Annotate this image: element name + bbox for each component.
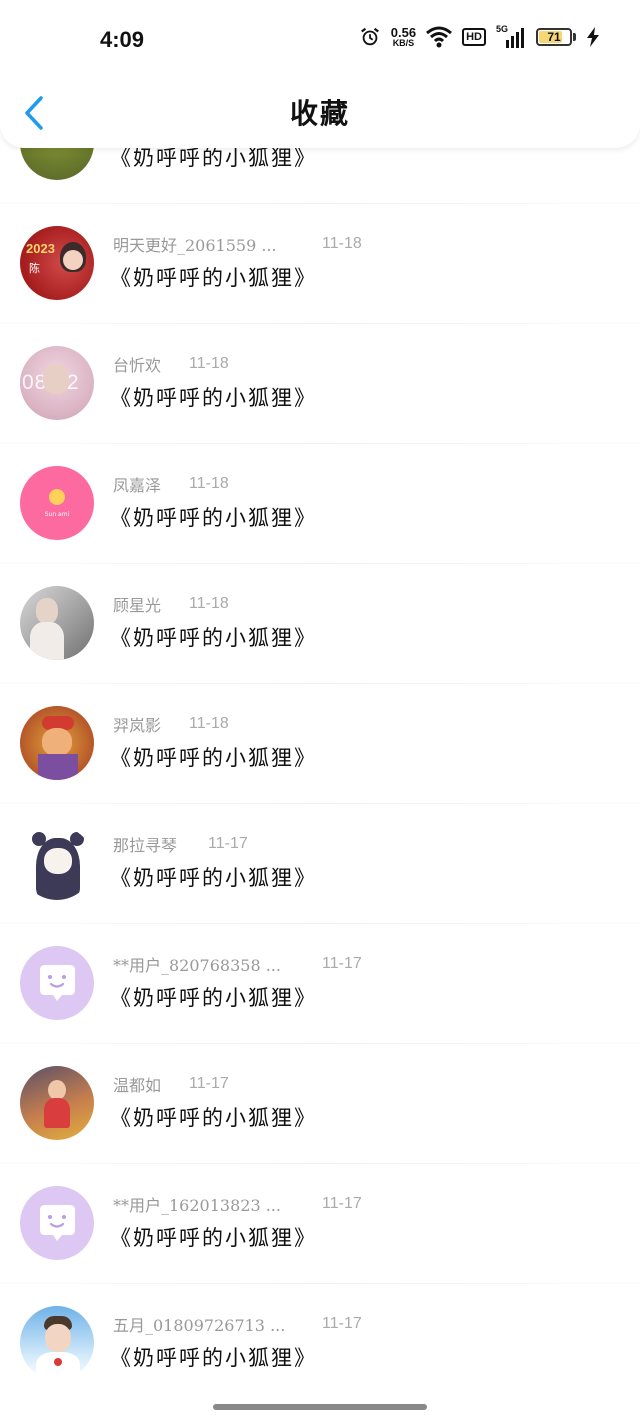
chat-bubble-icon	[40, 965, 75, 1001]
list-item[interactable]: 羿岚影 11-18 《奶呼呼的小狐狸》	[0, 684, 640, 804]
alarm-icon	[360, 27, 379, 46]
chat-bubble-icon	[40, 1205, 75, 1241]
avatar[interactable]: 2023 陈	[20, 226, 94, 300]
item-meta: 顾星光 11-18	[113, 592, 229, 616]
item-title: 《奶呼呼的小狐狸》	[110, 866, 317, 890]
user-name: 台忻欢	[113, 356, 162, 375]
avatar[interactable]	[20, 706, 94, 780]
user-name: 五月_01809726713 ...	[113, 1316, 286, 1335]
item-meta: 温都如 11-17	[113, 1072, 229, 1096]
item-title: 《奶呼呼的小狐狸》	[110, 1346, 317, 1370]
item-title: 《奶呼呼的小狐狸》	[110, 266, 317, 290]
status-icons: 0.56 KB/S HD 5G 71	[359, 24, 600, 48]
item-date: 11-17	[322, 1195, 362, 1212]
avatar-caption: 2023	[26, 241, 55, 256]
item-date: 11-17	[189, 1075, 229, 1092]
item-title: 《奶呼呼的小狐狸》	[110, 1106, 317, 1130]
item-title: 《奶呼呼的小狐狸》	[110, 386, 317, 410]
list-item[interactable]: Sun ami 凤嘉泽 11-18 《奶呼呼的小狐狸》	[0, 444, 640, 564]
charging-icon	[587, 27, 599, 47]
item-date: 11-18	[189, 595, 229, 612]
user-name: 明天更好_2061559 ...	[113, 236, 277, 255]
item-date: 11-18	[189, 475, 229, 492]
user-name: 温都如	[113, 1076, 162, 1095]
avatar-caption: Sun ami	[44, 511, 70, 518]
list-item[interactable]: 五月_01809726713 ... 11-17 《奶呼呼的小狐狸》	[0, 1284, 640, 1404]
item-meta: 凤嘉泽 11-18	[113, 472, 229, 496]
user-name: **用户_162013823 ...	[113, 1196, 281, 1215]
item-date: 11-17	[208, 835, 248, 852]
status-time: 4:09	[100, 27, 145, 52]
list-item[interactable]: 08:02 台忻欢 11-18 《奶呼呼的小狐狸》	[0, 324, 640, 444]
avatar[interactable]	[20, 826, 94, 900]
item-meta: 羿岚影 11-18	[113, 712, 229, 736]
item-title: 《奶呼呼的小狐狸》	[110, 1226, 317, 1250]
network-type: 5G	[496, 24, 509, 34]
item-meta: **用户_820768358 ... 11-17	[113, 952, 362, 976]
item-title: 《奶呼呼的小狐狸》	[110, 986, 317, 1010]
user-name: 凤嘉泽	[113, 476, 162, 495]
speed-unit: KB/S	[392, 38, 415, 48]
item-meta: 那拉寻琴 11-17	[113, 832, 248, 856]
item-date: 11-17	[322, 1315, 362, 1332]
item-meta: 五月_01809726713 ... 11-17	[113, 1312, 362, 1336]
item-date: 11-18	[322, 235, 362, 252]
avatar[interactable]	[20, 1306, 94, 1380]
avatar[interactable]	[20, 946, 94, 1020]
battery-icon: 71	[536, 28, 576, 46]
item-date: 11-18	[189, 355, 229, 372]
sun-icon	[49, 489, 65, 505]
user-name: 顾星光	[113, 596, 162, 615]
user-name: **用户_820768358 ...	[113, 956, 281, 975]
avatar[interactable]	[20, 1186, 94, 1260]
avatar-caption: 陈	[29, 262, 40, 275]
item-meta: **用户_162013823 ... 11-17	[113, 1192, 362, 1216]
list-item[interactable]: **用户_820768358 ... 11-17 《奶呼呼的小狐狸》	[0, 924, 640, 1044]
item-title: 《奶呼呼的小狐狸》	[110, 626, 317, 650]
battery-level: 71	[547, 30, 561, 44]
item-date: 11-18	[189, 715, 229, 732]
item-meta: 台忻欢 11-18	[113, 352, 229, 376]
avatar[interactable]: 08:02	[20, 346, 94, 420]
network-speed: 0.56 KB/S	[391, 26, 416, 48]
avatar[interactable]	[20, 586, 94, 660]
list-item[interactable]: **用户_162013823 ... 11-17 《奶呼呼的小狐狸》	[0, 1164, 640, 1284]
wifi-icon	[426, 26, 453, 48]
item-title: 《奶呼呼的小狐狸》	[110, 746, 317, 770]
cell-signal-icon: 5G	[496, 24, 526, 48]
item-title: 《奶呼呼的小狐狸》	[110, 506, 317, 530]
home-indicator[interactable]	[213, 1404, 427, 1410]
list-item[interactable]: 那拉寻琴 11-17 《奶呼呼的小狐狸》	[0, 804, 640, 924]
avatar[interactable]	[20, 1066, 94, 1140]
hd-badge: HD	[462, 28, 486, 46]
item-date: 11-17	[322, 955, 362, 972]
status-bar: 4:09 0.56 KB/S HD 5G 71	[0, 0, 640, 80]
user-name: 羿岚影	[113, 716, 162, 735]
list-item[interactable]: 2023 陈 明天更好_2061559 ... 11-18 《奶呼呼的小狐狸》	[0, 204, 640, 324]
page-title: 收藏	[289, 97, 350, 130]
avatar[interactable]: Sun ami	[20, 466, 94, 540]
item-meta: 明天更好_2061559 ... 11-18	[113, 232, 362, 256]
user-name: 那拉寻琴	[113, 836, 178, 855]
list-item[interactable]: 温都如 11-17 《奶呼呼的小狐狸》	[0, 1044, 640, 1164]
list-item[interactable]: 顾星光 11-18 《奶呼呼的小狐狸》	[0, 564, 640, 684]
